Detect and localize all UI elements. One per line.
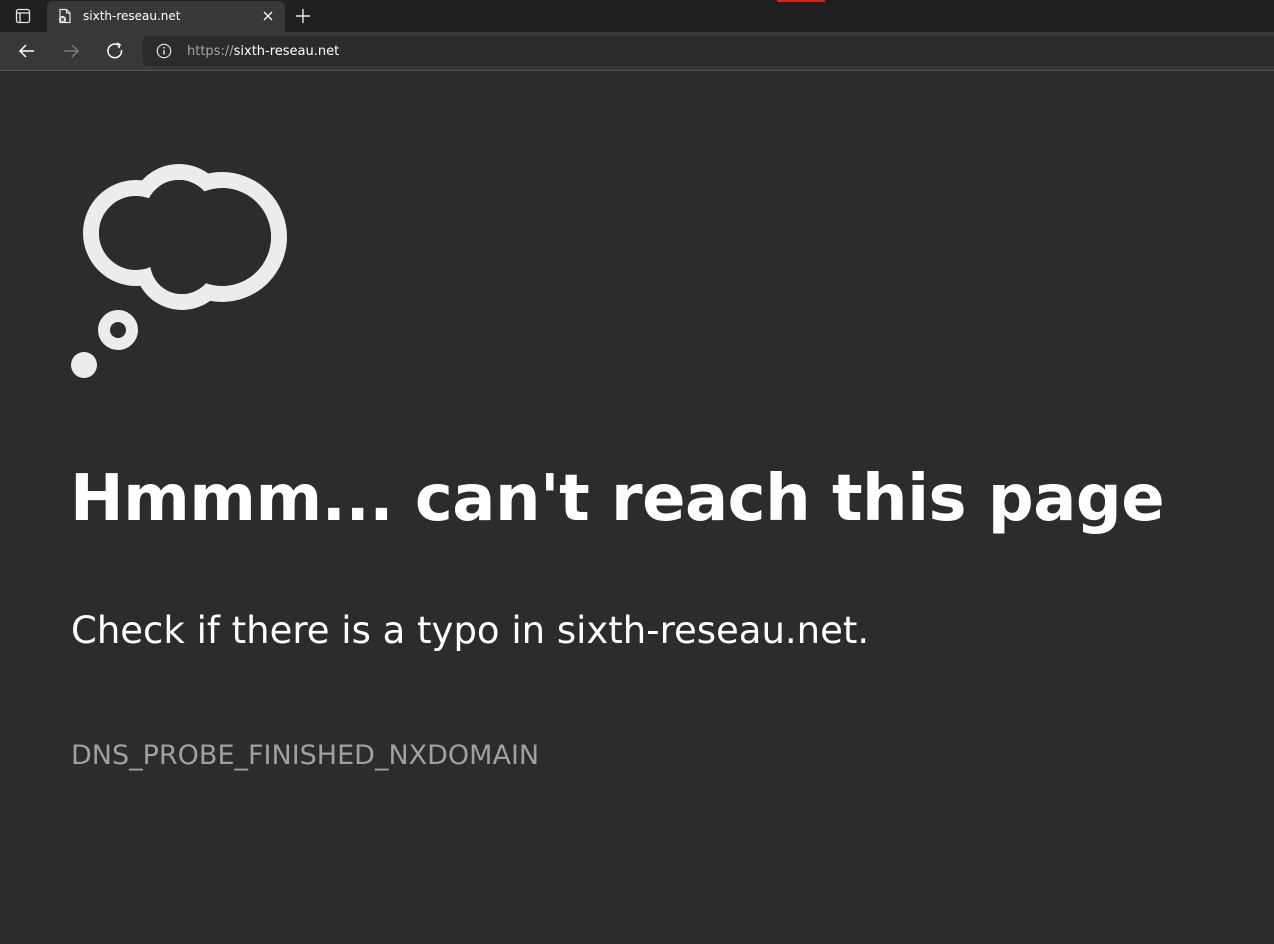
error-heading: Hmmm... can't reach this page — [70, 462, 1165, 536]
thought-cloud-icon — [71, 164, 287, 378]
tab-actions-icon — [15, 8, 31, 24]
window-accent-bar — [777, 0, 825, 2]
broken-page-icon — [58, 8, 71, 24]
url-text[interactable]: https://sixth-reseau.net — [187, 44, 339, 59]
url-scheme: https:// — [187, 44, 234, 59]
arrow-right-icon[interactable] — [59, 39, 83, 63]
info-icon[interactable] — [156, 43, 172, 59]
tab-title: sixth-reseau.net — [83, 9, 181, 23]
error-code: DNS_PROBE_FINISHED_NXDOMAIN — [71, 740, 540, 771]
tab-strip: sixth-reseau.net — [0, 0, 1274, 32]
tab-active[interactable]: sixth-reseau.net — [47, 1, 285, 32]
browser-toolbar: https://sixth-reseau.net — [0, 32, 1274, 71]
refresh-icon[interactable] — [103, 39, 127, 63]
close-tab-icon[interactable] — [261, 9, 275, 23]
address-bar[interactable]: https://sixth-reseau.net — [143, 36, 1274, 66]
url-host: sixth-reseau.net — [233, 44, 340, 59]
arrow-left-icon[interactable] — [15, 39, 39, 63]
error-message: Check if there is a typo in sixth-reseau… — [71, 609, 870, 652]
plus-icon[interactable] — [292, 5, 314, 27]
tab-actions-button[interactable] — [8, 4, 38, 28]
